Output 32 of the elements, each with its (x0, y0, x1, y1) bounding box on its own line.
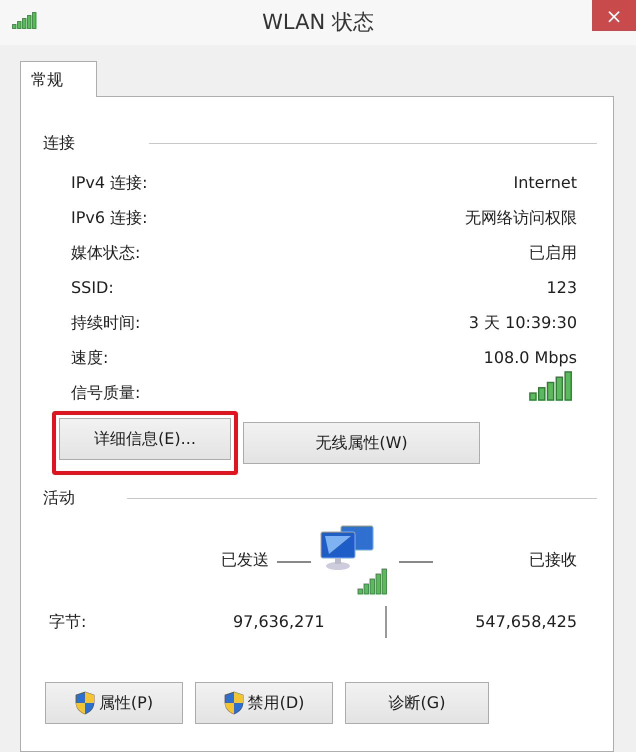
received-label: 已接收 (529, 549, 577, 571)
tab[interactable]: 常规 (20, 61, 97, 97)
bytes-label: 字节: (49, 611, 88, 633)
field-value: 108.0 Mbps (484, 346, 577, 368)
field-label: SSID: (71, 276, 114, 298)
field-label: 速度: (71, 346, 108, 368)
field-label: IPv4 连接: (71, 172, 148, 194)
section-heading: 连接 (43, 132, 75, 154)
dialog-button[interactable]: 属性(P) (45, 682, 183, 724)
window-title: WLAN 状态 (262, 8, 374, 36)
bytes-received: 547,658,425 (475, 611, 577, 633)
sent-label: 已发送 (221, 549, 269, 571)
dialog-button[interactable]: 详细信息(E)... (59, 418, 231, 460)
dialog-button[interactable]: 禁用(D) (195, 682, 333, 724)
dialog-button[interactable]: 诊断(G) (345, 682, 489, 724)
field-label: 信号质量: (71, 382, 140, 404)
field-value: 3 天 10:39:30 (468, 312, 577, 334)
close-button[interactable]: × (592, 0, 636, 31)
shield-icon (74, 691, 95, 715)
field-value: 123 (546, 276, 577, 298)
field-label: 媒体状态: (71, 242, 140, 264)
dialog-button[interactable]: 无线属性(W) (243, 422, 480, 464)
field-value: 已启用 (529, 242, 577, 264)
field-label: IPv6 连接: (71, 206, 148, 228)
signal-strength-icon (529, 368, 573, 402)
wifi-signal-icon (12, 12, 37, 29)
field-value: 无网络访问权限 (465, 206, 577, 228)
field-label: 持续时间: (71, 312, 140, 334)
shield-icon (224, 691, 244, 715)
bytes-sent: 97,636,271 (233, 611, 326, 633)
field-value: Internet (513, 172, 577, 194)
section-heading: 活动 (43, 487, 75, 509)
